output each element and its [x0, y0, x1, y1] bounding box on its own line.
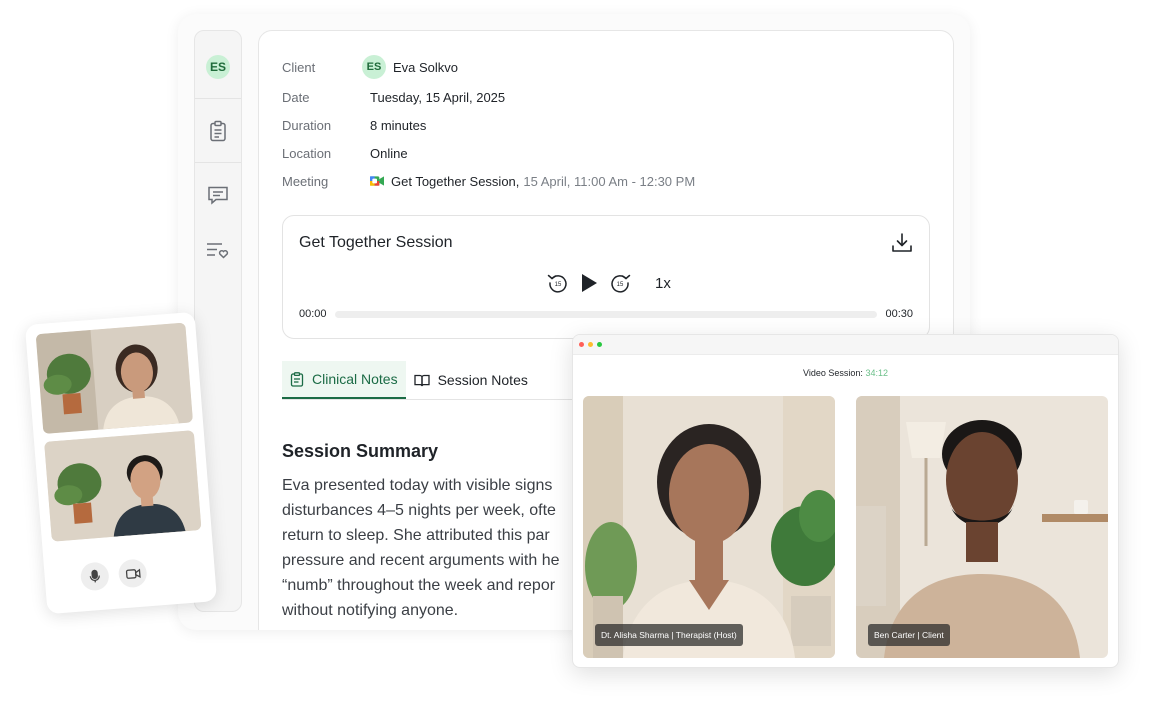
- microphone-button[interactable]: [79, 561, 110, 592]
- clipboard-icon: [210, 120, 226, 142]
- participant-video-therapist: [583, 396, 835, 658]
- client-avatar: ES: [362, 55, 386, 79]
- date-value: Tuesday, 15 April, 2025: [370, 89, 506, 105]
- video-session-status: Video Session: 34:12: [573, 368, 1118, 378]
- mini-video-tile-man[interactable]: [44, 430, 202, 542]
- close-dot[interactable]: [579, 342, 584, 347]
- sidebar-item-messages[interactable]: [195, 181, 241, 209]
- video-tile-therapist[interactable]: Dt. Alisha Sharma | Therapist (Host): [583, 396, 835, 658]
- current-time: 00:00: [299, 308, 327, 320]
- tab-session-notes[interactable]: Session Notes: [406, 361, 536, 399]
- meet-icon: [370, 176, 384, 186]
- message-icon: [208, 186, 228, 205]
- location-label: Location: [282, 145, 332, 161]
- video-session-window: Video Session: 34:12 Dt. Alisha Sharma |…: [572, 334, 1119, 668]
- clipboard-icon: [290, 371, 304, 387]
- duration-value: 8 minutes: [370, 117, 427, 133]
- meeting-label: Meeting: [282, 173, 329, 189]
- notes-tabs: Clinical Notes Session Notes: [282, 361, 572, 400]
- mini-video-tile-woman[interactable]: [35, 322, 194, 434]
- meeting-time: 15 April, 11:00 Am - 12:30 PM: [523, 173, 696, 189]
- tab-clinical-notes-label: Clinical Notes: [312, 371, 398, 387]
- minimize-dot[interactable]: [588, 342, 593, 347]
- progress-track[interactable]: [335, 311, 877, 318]
- participant-video-woman: [35, 322, 194, 434]
- meeting-row: Meeting Get Together Session, 15 April, …: [282, 171, 695, 191]
- playback-speed[interactable]: 1x: [655, 275, 671, 292]
- duration-label: Duration: [282, 117, 332, 133]
- participant-name-tag: Ben Carter | Client: [868, 624, 950, 646]
- participant-name-tag: Dt. Alisha Sharma | Therapist (Host): [595, 624, 743, 646]
- session-timer: 34:12: [865, 368, 888, 378]
- total-time: 00:30: [885, 308, 913, 320]
- location-row: Location Online: [282, 143, 408, 163]
- tab-clinical-notes[interactable]: Clinical Notes: [282, 361, 406, 399]
- location-value: Online: [370, 145, 408, 161]
- list-heart-icon: [207, 243, 229, 259]
- player-title: Get Together Session: [299, 234, 453, 251]
- sidebar-item-wellbeing[interactable]: [195, 236, 241, 264]
- forward-button[interactable]: 15: [609, 272, 631, 294]
- participant-video-client: [856, 396, 1108, 658]
- play-icon: [582, 274, 597, 292]
- participant-video-man: [44, 430, 202, 542]
- video-tile-client[interactable]: Ben Carter | Client: [856, 396, 1108, 658]
- microphone-icon: [89, 569, 100, 583]
- client-row: Client ES Eva Solkvo: [282, 55, 458, 79]
- book-icon: [413, 374, 430, 386]
- tab-session-notes-label: Session Notes: [437, 372, 528, 388]
- camera-button[interactable]: [117, 558, 148, 589]
- date-row: Date Tuesday, 15 April, 2025: [282, 87, 505, 107]
- video-session-label: Video Session:: [803, 368, 863, 378]
- camera-icon: [125, 568, 141, 579]
- play-button[interactable]: [579, 272, 599, 294]
- forward-seconds: 15: [617, 282, 624, 288]
- forward-15-icon: 15: [611, 274, 631, 293]
- summary-title: Session Summary: [282, 441, 439, 461]
- rewind-button[interactable]: 15: [547, 272, 569, 294]
- meeting-name[interactable]: Get Together Session,: [391, 174, 519, 189]
- duration-row: Duration 8 minutes: [282, 115, 426, 135]
- sidebar-avatar[interactable]: ES: [206, 55, 230, 79]
- client-label: Client: [282, 59, 316, 75]
- rewind-15-icon: 15: [547, 274, 567, 293]
- download-icon: [892, 233, 912, 252]
- download-button[interactable]: [891, 232, 913, 254]
- mini-call-card: [24, 311, 218, 615]
- window-titlebar: [573, 335, 1118, 355]
- playback-controls: 15 15 1x: [547, 272, 671, 294]
- maximize-dot[interactable]: [597, 342, 602, 347]
- date-label: Date: [282, 89, 310, 105]
- sidebar-item-clipboard[interactable]: [195, 117, 241, 145]
- client-name[interactable]: Eva Solkvo: [393, 60, 458, 75]
- audio-player: Get Together Session 15 15 1x 00:00 00:3…: [282, 215, 930, 339]
- rewind-seconds: 15: [555, 282, 562, 288]
